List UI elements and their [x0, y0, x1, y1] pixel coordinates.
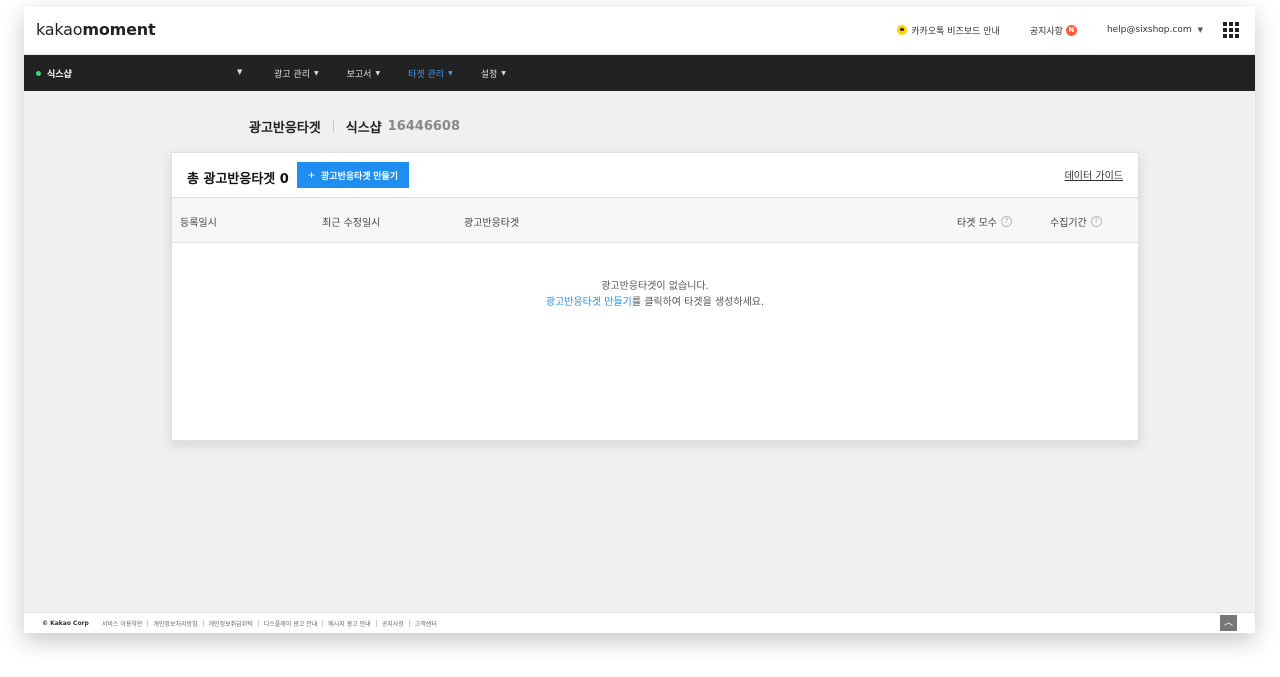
caret-down-icon: ▼ — [1197, 26, 1203, 34]
help-icon[interactable]: ? — [1000, 216, 1012, 227]
footer-link-support[interactable]: 고객센터 — [415, 619, 437, 628]
kakaotalk-icon — [897, 25, 908, 35]
status-dot-icon — [36, 70, 41, 76]
divider — [257, 620, 259, 627]
ad-account-selector[interactable]: 식스샵 — [36, 55, 72, 91]
column-collection-period: 수집기간? — [1050, 214, 1102, 229]
footer-link-privacy[interactable]: 개인정보처리방침 — [153, 619, 197, 628]
empty-hint: 광고반응타겟 만들기를 클릭하여 타겟을 생성하세요. — [545, 297, 765, 308]
column-registered-at: 등록일시 — [180, 218, 217, 229]
column-audience-size: 타겟 모수? — [957, 214, 1012, 229]
divider — [332, 120, 334, 133]
divider — [202, 620, 204, 627]
notice-link[interactable]: 공지사항 N — [1030, 24, 1077, 37]
caret-down-icon[interactable]: ▼ — [237, 68, 242, 76]
help-icon[interactable]: ? — [1090, 216, 1102, 227]
table-header: 등록일시 최근 수정일시 광고반응타겟 타겟 모수? 수집기간? — [172, 198, 1138, 243]
nav-item-ad-management[interactable]: 광고 관리 ▼ — [274, 67, 319, 80]
column-target-name: 광고반응타겟 — [464, 218, 520, 229]
nav-menu: 광고 관리 ▼ 보고서 ▼ 타겟 관리 ▼ 설정 ▼ — [274, 55, 534, 91]
caret-down-icon: ▼ — [501, 69, 506, 77]
footer-link-display-ad[interactable]: 디스플레이 광고 안내 — [264, 619, 318, 628]
divider — [147, 620, 149, 627]
create-target-button[interactable]: + 광고반응타겟 만들기 — [297, 162, 410, 188]
chevron-up-icon: ︿ — [1223, 618, 1233, 628]
app-window: kakaomoment 카카오톡 비즈보드 안내 공지사항 N help@six… — [24, 7, 1255, 633]
divider — [322, 620, 324, 627]
divider — [375, 620, 377, 627]
footer-link-message-ad[interactable]: 메시지 광고 안내 — [328, 619, 370, 628]
main-nav: 식스샵 ▼ 광고 관리 ▼ 보고서 ▼ 타겟 관리 ▼ 설정 ▼ — [24, 55, 1255, 91]
total-count: 총 광고반응타겟 0 — [187, 172, 289, 187]
nav-item-target-management[interactable]: 타겟 관리 ▼ — [408, 67, 453, 80]
caret-down-icon: ▼ — [313, 69, 319, 77]
empty-message: 광고반응타겟이 없습니다. — [601, 281, 709, 292]
footer-link-terms[interactable]: 서비스 이용약관 — [102, 619, 143, 628]
column-modified-at: 최근 수정일시 — [322, 218, 381, 229]
nav-item-reports[interactable]: 보고서 ▼ — [347, 67, 380, 80]
data-guide-link[interactable]: 데이터 가이드 — [1065, 167, 1123, 182]
card-header: 총 광고반응타겟 0 + 광고반응타겟 만들기 데이터 가이드 — [172, 153, 1138, 198]
page-title: 광고반응타겟 식스샵 16446608 — [249, 119, 461, 136]
footer: © Kakao Corp 서비스 이용약관 개인정보처리방침 개인정보취급위탁 … — [24, 612, 1255, 633]
kakaotalk-guide-link[interactable]: 카카오톡 비즈보드 안내 — [897, 24, 1000, 37]
account-email-dropdown[interactable]: help@sixshop.com ▼ — [1107, 25, 1203, 35]
apps-grid-icon[interactable] — [1223, 22, 1239, 38]
footer-link-privacy-outsourcing[interactable]: 개인정보취급위탁 — [209, 619, 253, 628]
empty-state: 광고반응타겟이 없습니다. 광고반응타겟 만들기를 클릭하여 타겟을 생성하세요… — [172, 279, 1138, 311]
target-list-card: 총 광고반응타겟 0 + 광고반응타겟 만들기 데이터 가이드 등록일시 최근 … — [171, 152, 1139, 441]
header-utilities: 카카오톡 비즈보드 안내 공지사항 N help@sixshop.com ▼ — [867, 22, 1239, 38]
divider — [408, 620, 410, 627]
scroll-top-button[interactable]: ︿ — [1220, 615, 1237, 631]
copyright: © Kakao Corp — [42, 620, 89, 627]
create-target-link[interactable]: 광고반응타겟 만들기 — [546, 297, 632, 308]
caret-down-icon: ▼ — [448, 69, 453, 77]
kakaomoment-logo[interactable]: kakaomoment — [36, 20, 156, 39]
account-id: 16446608 — [387, 119, 461, 134]
new-badge: N — [1065, 24, 1077, 36]
plus-icon: + — [308, 168, 316, 182]
caret-down-icon: ▼ — [375, 69, 381, 77]
top-header: kakaomoment 카카오톡 비즈보드 안내 공지사항 N help@six… — [24, 7, 1255, 55]
footer-link-notice[interactable]: 공지사항 — [382, 619, 404, 628]
nav-item-settings[interactable]: 설정 ▼ — [481, 67, 506, 80]
